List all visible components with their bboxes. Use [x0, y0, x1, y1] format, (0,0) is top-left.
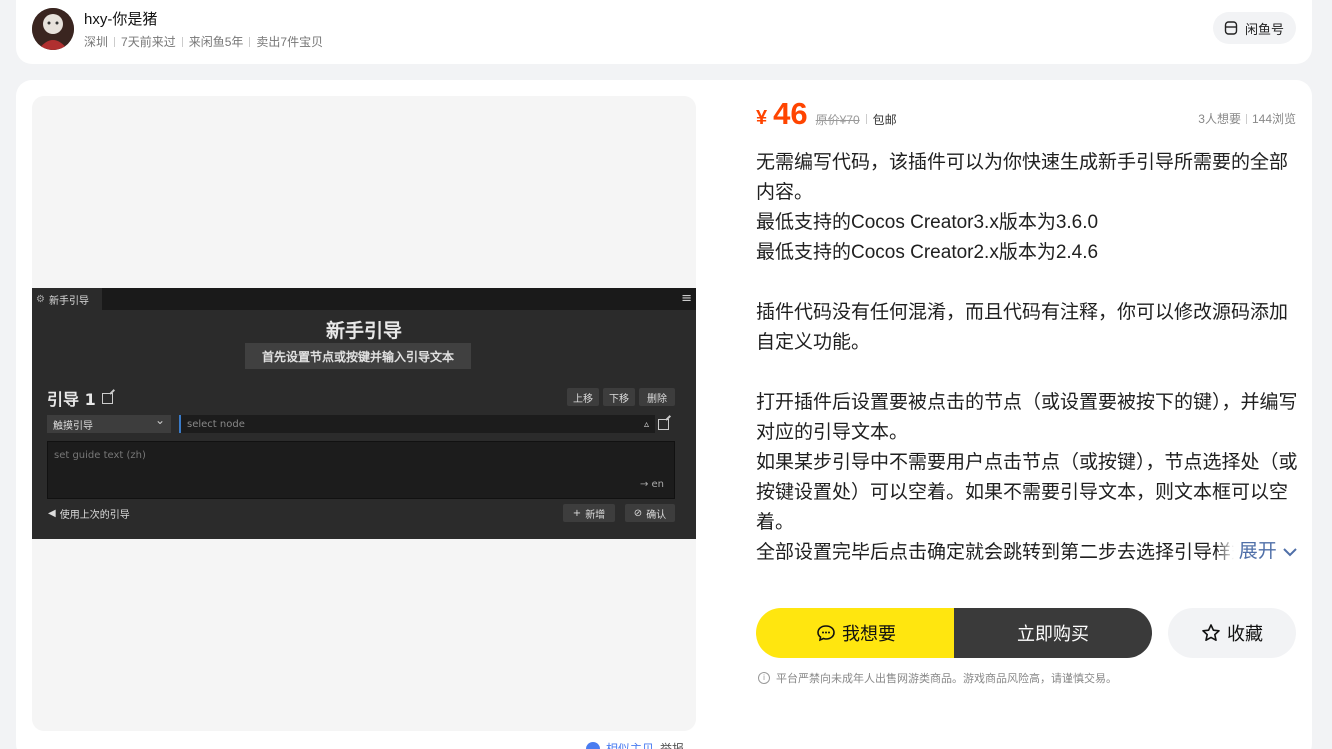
node-target-icon: ▵	[643, 418, 649, 430]
seller-name[interactable]: hxy-你是猪	[84, 8, 157, 29]
seller-card: hxy-你是猪 深圳 7天前来过 来闲鱼5年 卖出7件宝贝 闲鱼号	[16, 0, 1312, 64]
screenshot-move-down: 下移	[603, 388, 635, 406]
edit-icon	[101, 392, 113, 404]
guide-label-text: 引导 1	[47, 390, 96, 409]
divider	[1245, 113, 1247, 124]
want-button[interactable]: 我想要	[756, 608, 956, 658]
check-circle-icon: ⊘	[633, 507, 643, 519]
xianyu-id-button[interactable]: 闲鱼号	[1212, 12, 1296, 44]
want-label: 我想要	[842, 624, 896, 644]
seller-member-since: 来闲鱼5年	[188, 35, 244, 49]
screenshot-use-last: ◀︎ 使用上次的引导	[48, 506, 130, 521]
screenshot-move-up: 上移	[567, 388, 599, 406]
view-count: 144浏览	[1251, 112, 1296, 126]
plus-icon: +	[572, 507, 582, 519]
chat-bubble-icon	[817, 625, 835, 642]
notice-text: 平台严禁向未成年人出售网游类商品。游戏商品风险高，请谨慎交易。	[776, 673, 1117, 685]
screenshot-tab: ⚙ 新手引导	[32, 288, 102, 310]
favorite-button[interactable]: 收藏	[1168, 608, 1296, 658]
screenshot-title: 新手引导	[325, 320, 402, 342]
lang-switch: → en	[639, 479, 664, 490]
product-image[interactable]: ⚙ 新手引导 ≡ 新手引导 首先设置节点或按键并输入引导文本 引导 1 上移 下…	[32, 96, 696, 731]
item-stats: 3人想要 144浏览	[1198, 110, 1296, 127]
description-paragraph: 最低支持的Cocos Creator2.x版本为2.4.6	[756, 242, 1099, 263]
xianyu-id-label: 闲鱼号	[1244, 21, 1284, 37]
node-placeholder: select node	[187, 418, 245, 430]
product-card: ⚙ 新手引导 ≡ 新手引导 首先设置节点或按键并输入引导文本 引导 1 上移 下…	[16, 80, 1312, 749]
seller-meta: 深圳 7天前来过 来闲鱼5年 卖出7件宝贝	[84, 33, 323, 50]
star-icon	[1202, 624, 1220, 641]
similar-link[interactable]: 相似主贝	[606, 740, 654, 749]
screenshot-node-field: select node ▵	[179, 415, 655, 433]
buy-now-button[interactable]: 立即购买	[954, 608, 1152, 658]
want-count: 3人想要	[1198, 112, 1241, 126]
item-description: 无需编写代码，该插件可以为你快速生成新手引导所需要的全部内容。 最低支持的Coc…	[756, 148, 1298, 570]
screenshot-delete: 删除	[639, 388, 675, 406]
store-icon	[1224, 21, 1238, 35]
description-paragraph: 如果某步引导中不需要用户点击节点（或按键），节点选择处（或按键设置处）可以空着。…	[756, 452, 1298, 533]
seller-sold-count: 卖出7件宝贝	[256, 35, 324, 49]
chevron-down-icon	[1283, 548, 1297, 557]
screenshot-tab-label: 新手引导	[48, 295, 89, 307]
shipping-badge: 包邮	[872, 113, 897, 127]
seller-avatar[interactable]	[32, 8, 74, 50]
screenshot-confirm: ⊘ 确认	[625, 504, 675, 522]
edit-icon	[658, 419, 669, 430]
screenshot-select: 触摸引导	[47, 413, 171, 433]
price-row: ¥ 46 原价¥70 包邮	[756, 96, 897, 132]
expand-label: 展开	[1238, 541, 1277, 562]
description-paragraph: 最低支持的Cocos Creator3.x版本为3.6.0	[756, 212, 1099, 233]
seller-last-seen: 7天前来过	[121, 35, 176, 49]
divider	[249, 36, 251, 47]
description-paragraph: 打开插件后设置要被点击的节点（或设置要被按下的键），并编写对应的引导文本。	[756, 392, 1298, 443]
screenshot-tabbar: ⚙ 新手引导 ≡	[32, 288, 696, 310]
add-label: 新增	[585, 509, 606, 521]
favorite-label: 收藏	[1227, 624, 1263, 644]
price-value: 46	[773, 96, 808, 131]
hamburger-icon: ≡	[681, 291, 692, 306]
risk-notice: i 平台严禁向未成年人出售网游类商品。游戏商品风险高，请谨慎交易。	[758, 670, 1117, 686]
text-placeholder: set guide text (zh)	[54, 450, 146, 461]
seller-location: 深圳	[84, 35, 109, 49]
description-paragraph: 无需编写代码，该插件可以为你快速生成新手引导所需要的全部内容。	[756, 152, 1289, 203]
use-last-label: 使用上次的引导	[59, 510, 130, 521]
plugin-icon: ⚙	[36, 293, 45, 305]
description-paragraph	[756, 358, 1298, 388]
expand-link[interactable]: 展开	[1216, 537, 1298, 567]
confirm-label: 确认	[646, 509, 667, 521]
divider	[865, 114, 867, 124]
screenshot-add: + 新增	[563, 504, 615, 522]
original-price: 原价¥70	[815, 113, 860, 127]
screenshot-text-area: set guide text (zh) → en	[47, 441, 675, 499]
below-image-links: 相似主贝 举报	[586, 740, 684, 749]
description-paragraph	[756, 268, 1298, 298]
divider	[181, 36, 183, 47]
description-paragraph: 插件代码没有任何混淆，而且代码有注释，你可以修改源码添加自定义功能。	[756, 302, 1289, 353]
screenshot-subtitle: 首先设置节点或按键并输入引导文本	[245, 343, 471, 369]
report-icon	[586, 741, 600, 749]
divider	[114, 36, 116, 47]
rewind-icon: ◀︎	[48, 508, 56, 519]
screenshot-guide-label: 引导 1	[47, 386, 113, 410]
plugin-screenshot: ⚙ 新手引导 ≡ 新手引导 首先设置节点或按键并输入引导文本 引导 1 上移 下…	[32, 288, 696, 539]
report-link[interactable]: 举报	[660, 740, 684, 749]
info-icon: i	[758, 672, 770, 684]
currency-symbol: ¥	[756, 107, 768, 129]
